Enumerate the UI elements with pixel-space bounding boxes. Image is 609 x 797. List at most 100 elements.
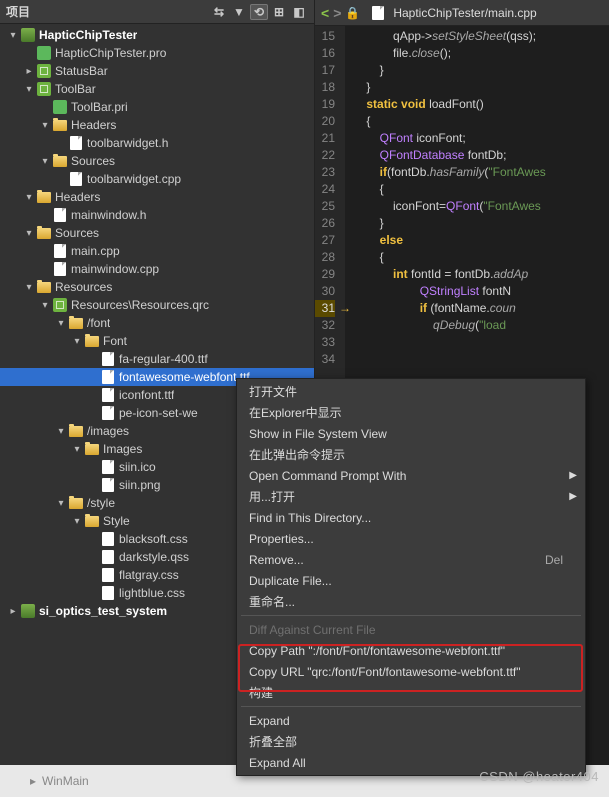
tree-node[interactable]: mainwindow.h <box>0 206 314 224</box>
tree-node[interactable]: ▾ Font <box>0 332 314 350</box>
node-label: pe-icon-set-we <box>119 406 198 420</box>
node-icon <box>84 441 100 457</box>
expand-toggle[interactable]: ▾ <box>22 228 36 239</box>
node-icon <box>36 45 52 61</box>
node-icon <box>68 423 84 439</box>
menu-item[interactable]: 构建 <box>239 682 583 703</box>
node-icon <box>36 189 52 205</box>
node-icon <box>100 369 116 385</box>
menu-item[interactable]: 在此弹出命令提示 <box>239 444 583 465</box>
menu-item[interactable]: 打开文件 <box>239 381 583 402</box>
context-menu[interactable]: 打开文件在Explorer中显示 Show in File System View… <box>236 378 586 776</box>
menu-item-label: Duplicate File... <box>249 574 332 588</box>
menu-item[interactable]: Expand <box>239 710 583 731</box>
tree-node[interactable]: fa-regular-400.ttf <box>0 350 314 368</box>
nav-back-icon[interactable]: < <box>321 5 329 21</box>
sidebar-header: 项目 ⇆ ▼ ⟲ ⊞ ◧ <box>0 0 314 24</box>
menu-item: Diff Against Current File <box>239 619 583 640</box>
node-label: HapticChipTester <box>39 28 137 42</box>
menu-item[interactable]: Properties... <box>239 528 583 549</box>
node-label: Font <box>103 334 127 348</box>
tree-node[interactable]: toolbarwidget.cpp <box>0 170 314 188</box>
node-icon <box>36 81 52 97</box>
expand-toggle[interactable]: ▾ <box>38 120 52 131</box>
node-label: blacksoft.css <box>119 532 188 546</box>
expand-toggle[interactable]: ▾ <box>38 156 52 167</box>
menu-item[interactable]: 重命名... <box>239 591 583 612</box>
menu-item-label: 用...打开 <box>249 488 295 505</box>
node-icon <box>100 387 116 403</box>
node-icon <box>52 243 68 259</box>
menu-item[interactable]: Duplicate File... <box>239 570 583 591</box>
menu-item[interactable]: Show in File System View <box>239 423 583 444</box>
expand-toggle[interactable]: ▾ <box>22 192 36 203</box>
expand-toggle[interactable]: ▾ <box>54 318 68 329</box>
nav-fwd-icon[interactable]: > <box>333 5 341 21</box>
expand-toggle[interactable]: ▾ <box>54 498 68 509</box>
menu-item[interactable]: 在Explorer中显示 <box>239 402 583 423</box>
tree-node[interactable]: ▾Sources <box>0 224 314 242</box>
node-label: /style <box>87 496 115 510</box>
node-label: flatgray.css <box>119 568 179 582</box>
menu-item-label: 折叠全部 <box>249 733 297 750</box>
tree-node[interactable]: ▾ Resources <box>0 278 314 296</box>
node-label: Resources <box>55 280 112 294</box>
expand-toggle[interactable]: ▾ <box>22 84 36 95</box>
menu-item[interactable]: Open Command Prompt With ▶ <box>239 465 583 486</box>
expand-toggle[interactable]: ▸ <box>22 66 36 77</box>
expand-toggle[interactable]: ▾ <box>38 300 52 311</box>
tree-node[interactable]: ▾Sources <box>0 152 314 170</box>
tree-node[interactable]: ▸StatusBar <box>0 62 314 80</box>
tree-node[interactable]: ▾ToolBar <box>0 80 314 98</box>
submenu-arrow-icon: ▶ <box>569 470 577 481</box>
menu-item-label: 在Explorer中显示 <box>249 404 342 421</box>
menu-item-label: 打开文件 <box>249 383 297 400</box>
menu-item[interactable]: Remove...Del <box>239 549 583 570</box>
tree-node[interactable]: toolbarwidget.h <box>0 134 314 152</box>
expand-toggle[interactable]: ▸ <box>6 606 20 617</box>
node-label: Resources\Resources.qrc <box>71 298 209 312</box>
tree-node[interactable]: ▾ Resources\Resources.qrc <box>0 296 314 314</box>
menu-item[interactable]: Copy URL "qrc:/font/Font/fontawesome-web… <box>239 661 583 682</box>
menu-item-label: Copy URL "qrc:/font/Font/fontawesome-web… <box>249 665 521 679</box>
tree-node[interactable]: ToolBar.pri <box>0 98 314 116</box>
node-icon <box>100 531 116 547</box>
menu-item[interactable]: 折叠全部 <box>239 731 583 752</box>
node-label: ToolBar.pri <box>71 100 128 114</box>
sync-icon[interactable]: ⇆ <box>210 4 228 20</box>
node-label: toolbarwidget.h <box>87 136 168 150</box>
menu-item-label: Properties... <box>249 532 314 546</box>
tree-node[interactable]: main.cpp <box>0 242 314 260</box>
menu-item-label: Find in This Directory... <box>249 511 371 525</box>
expand-toggle[interactable]: ▾ <box>70 516 84 527</box>
menu-item[interactable]: Copy Path ":/font/Font/fontawesome-webfo… <box>239 640 583 661</box>
editor-tab[interactable]: HapticChipTester/main.cpp <box>364 3 542 23</box>
tree-node[interactable]: ▾ HapticChipTester <box>0 26 314 44</box>
expand-toggle[interactable]: ▾ <box>54 426 68 437</box>
filter-icon[interactable]: ▼ <box>230 4 248 20</box>
node-label: siin.ico <box>119 460 156 474</box>
expand-toggle[interactable]: ▾ <box>6 30 20 41</box>
tree-node[interactable]: ▾/font <box>0 314 314 332</box>
split-icon[interactable]: ◧ <box>290 4 308 20</box>
menu-item[interactable]: 用...打开▶ <box>239 486 583 507</box>
menu-item[interactable]: Find in This Directory... <box>239 507 583 528</box>
tree-node[interactable]: ▾Headers <box>0 116 314 134</box>
node-icon <box>52 99 68 115</box>
node-icon <box>52 117 68 133</box>
expand-toggle[interactable]: ▾ <box>70 444 84 455</box>
node-icon <box>100 549 116 565</box>
tree-node[interactable]: HapticChipTester.pro <box>0 44 314 62</box>
node-icon <box>100 459 116 475</box>
lock-icon[interactable]: 🔒 <box>345 6 360 20</box>
node-icon <box>36 279 52 295</box>
add-icon[interactable]: ⊞ <box>270 4 288 20</box>
menu-item-label: Copy Path ":/font/Font/fontawesome-webfo… <box>249 644 505 658</box>
link-icon[interactable]: ⟲ <box>250 4 268 20</box>
tree-node[interactable]: mainwindow.cpp <box>0 260 314 278</box>
tree-node[interactable]: ▾Headers <box>0 188 314 206</box>
node-icon <box>100 405 116 421</box>
expand-toggle[interactable]: ▾ <box>22 282 36 293</box>
expand-toggle[interactable]: ▾ <box>70 336 84 347</box>
menu-item-label: Open Command Prompt With <box>249 469 406 483</box>
